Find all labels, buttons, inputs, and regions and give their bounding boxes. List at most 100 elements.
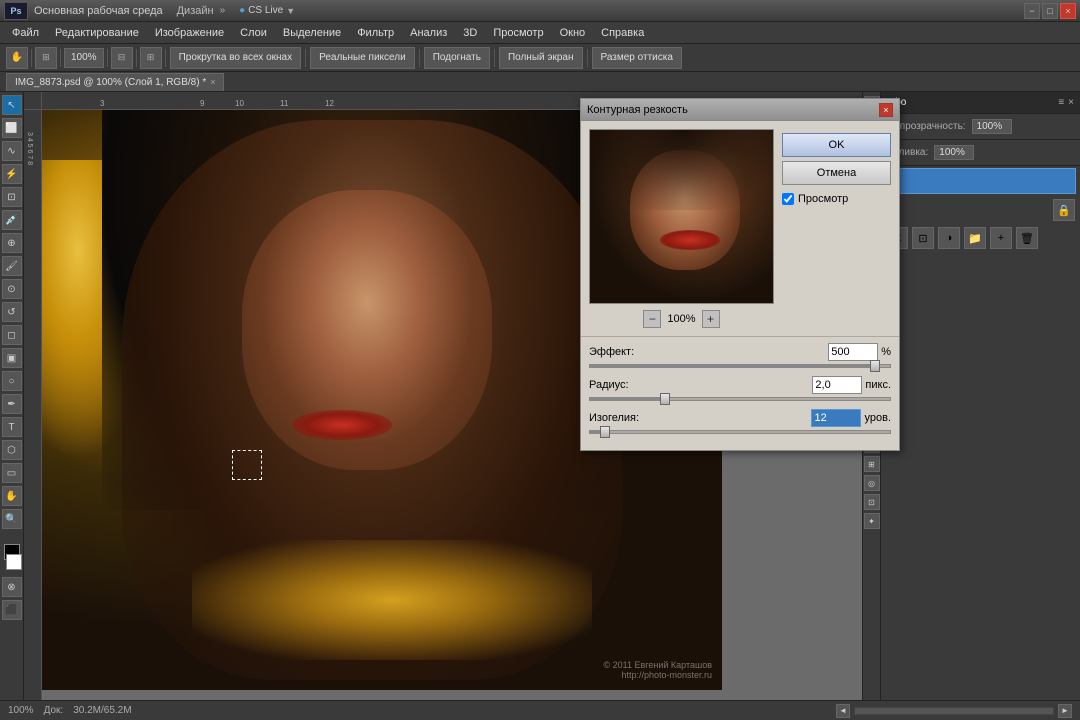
pen-tool[interactable]: ✒ — [2, 394, 22, 414]
panel-menu-icon[interactable]: ≡ — [1058, 97, 1064, 108]
next-frame-btn[interactable]: ► — [1058, 704, 1072, 718]
hand-tool[interactable]: ✋ — [2, 486, 22, 506]
dialog-close-button[interactable]: × — [879, 103, 893, 117]
camera-icon-btn[interactable]: ⊡ — [864, 494, 880, 510]
fill-row: Заливка: — [881, 140, 1080, 166]
real-pixels-button[interactable]: Реальные пиксели — [310, 47, 415, 69]
menu-edit[interactable]: Редактирование — [47, 25, 147, 41]
background-color[interactable] — [6, 554, 22, 570]
tab-close-icon[interactable]: × — [210, 77, 215, 87]
radius-slider-row: Радиус: пикс. — [589, 376, 891, 401]
threshold-thumb[interactable] — [600, 426, 610, 438]
zoom-tool[interactable]: 🔍 — [2, 509, 22, 529]
menu-layers[interactable]: Слои — [232, 25, 275, 41]
group-icon[interactable]: 📁 — [964, 227, 986, 249]
tools-panel: ↖ ⬜ ∿ ⚡ ⊡ 💉 ⊕ 🖌 ⊙ ↺ ◻ ▣ ○ ✒ T ⬡ ▭ ✋ 🔍 ⊗ … — [0, 92, 24, 720]
preview-hair — [590, 130, 774, 210]
delete-layer-icon[interactable]: 🗑 — [1016, 227, 1038, 249]
titlebar-left: Ps Основная рабочая среда Дизайн » ● CS … — [4, 2, 295, 20]
text-tool[interactable]: T — [2, 417, 22, 437]
new-layer-icon[interactable]: + — [990, 227, 1012, 249]
lock-icon-row: 🔒 — [881, 196, 1080, 224]
healing-tool[interactable]: ⊕ — [2, 233, 22, 253]
ok-button[interactable]: OK — [782, 133, 891, 157]
star-icon-btn[interactable]: ✦ — [864, 513, 880, 529]
maximize-button[interactable]: □ — [1042, 3, 1058, 19]
separator-9 — [587, 49, 588, 67]
arrange-icon[interactable]: ⊞ — [140, 47, 162, 69]
path-tool[interactable]: ⬡ — [2, 440, 22, 460]
menu-help[interactable]: Справка — [593, 25, 652, 41]
eye-icon-btn[interactable]: ◎ — [864, 475, 880, 491]
layer-mask-icon[interactable]: ⊡ — [912, 227, 934, 249]
eyedropper-tool[interactable]: 💉 — [2, 210, 22, 230]
ruler-mark-10: 10 — [235, 99, 244, 108]
menu-file[interactable]: Файл — [4, 25, 47, 41]
scroll-all-button[interactable]: Прокрутка во всех окнах — [170, 47, 302, 69]
menu-filter[interactable]: Фильтр — [349, 25, 402, 41]
threshold-label: Изогелия: — [589, 412, 639, 424]
fill-input[interactable] — [934, 145, 974, 160]
zoom-input[interactable]: 100% — [64, 48, 104, 68]
cancel-button[interactable]: Отмена — [782, 161, 891, 185]
preview-checkbox[interactable] — [782, 193, 794, 205]
fullscreen-button[interactable]: Полный экран — [499, 47, 583, 69]
menu-window[interactable]: Окно — [552, 25, 594, 41]
shape-tool[interactable]: ▭ — [2, 463, 22, 483]
eraser-tool[interactable]: ◻ — [2, 325, 22, 345]
radius-label: Радиус: — [589, 379, 629, 391]
clone-tool[interactable]: ⊙ — [2, 279, 22, 299]
dodge-tool[interactable]: ○ — [2, 371, 22, 391]
ruler-corner — [24, 92, 42, 110]
menu-3d[interactable]: 3D — [455, 25, 485, 41]
fit-button[interactable]: Подогнать — [424, 47, 490, 69]
lasso-tool[interactable]: ∿ — [2, 141, 22, 161]
adjustment-layer-icon[interactable]: ◑ — [938, 227, 960, 249]
print-size-button[interactable]: Размер оттиска — [592, 47, 682, 69]
artboard-icon-btn[interactable]: ⊞ — [864, 456, 880, 472]
menu-view[interactable]: Просмотр — [485, 25, 551, 41]
statusbar: 100% Док: 30.2M/65.2M ◄ ► — [0, 700, 1080, 720]
zoom-out-button[interactable]: − — [643, 310, 661, 328]
threshold-input[interactable] — [811, 409, 861, 427]
menu-selection[interactable]: Выделение — [275, 25, 349, 41]
dialog-titlebar: Контурная резкость × — [581, 99, 899, 121]
design-btn[interactable]: Дизайн — [177, 5, 214, 17]
effect-label: Эффект: — [589, 346, 634, 358]
cslive-btn[interactable]: ● CS Live ▼ — [239, 5, 295, 16]
menu-image[interactable]: Изображение — [147, 25, 232, 41]
quick-mask-tool[interactable]: ⊗ — [2, 577, 22, 597]
effect-input[interactable] — [828, 343, 878, 361]
brush-tool[interactable]: 🖌 — [2, 256, 22, 276]
minimize-button[interactable]: − — [1024, 3, 1040, 19]
radius-thumb[interactable] — [660, 393, 670, 405]
prev-frame-btn[interactable]: ◄ — [836, 704, 850, 718]
crop-tool[interactable]: ⊡ — [2, 187, 22, 207]
move-tool[interactable]: ↖ — [2, 95, 22, 115]
document-tab[interactable]: IMG_8873.psd @ 100% (Слой 1, RGB/8) * × — [6, 73, 224, 91]
panel-collapse-icon[interactable]: × — [1068, 97, 1074, 108]
radius-input[interactable] — [812, 376, 862, 394]
effect-thumb[interactable] — [870, 360, 880, 372]
preview-image[interactable] — [589, 129, 774, 304]
layer-item[interactable] — [885, 168, 1076, 194]
opacity-input[interactable] — [972, 119, 1012, 134]
screen-mode-tool[interactable]: ⬛ — [2, 600, 22, 620]
unsharp-mask-dialog: Контурная резкость × − 100% + OK Отмена … — [580, 98, 900, 451]
options-icon[interactable]: ⊞ — [35, 47, 57, 69]
status-zoom: 100% — [8, 705, 34, 716]
selection-tool[interactable]: ⬜ — [2, 118, 22, 138]
view-options-icon[interactable]: ⊟ — [111, 47, 133, 69]
dialog-preview-area: − 100% + — [589, 129, 774, 328]
separator-7 — [419, 49, 420, 67]
history-brush-tool[interactable]: ↺ — [2, 302, 22, 322]
timeline-bar — [854, 707, 1054, 715]
magic-wand-tool[interactable]: ⚡ — [2, 164, 22, 184]
radius-track — [589, 397, 891, 401]
lock-icon[interactable]: 🔒 — [1053, 199, 1075, 221]
hand-tool-icon[interactable]: ✋ — [6, 47, 28, 69]
gradient-tool[interactable]: ▣ — [2, 348, 22, 368]
close-button[interactable]: × — [1060, 3, 1076, 19]
menu-analysis[interactable]: Анализ — [402, 25, 455, 41]
zoom-in-button[interactable]: + — [702, 310, 720, 328]
